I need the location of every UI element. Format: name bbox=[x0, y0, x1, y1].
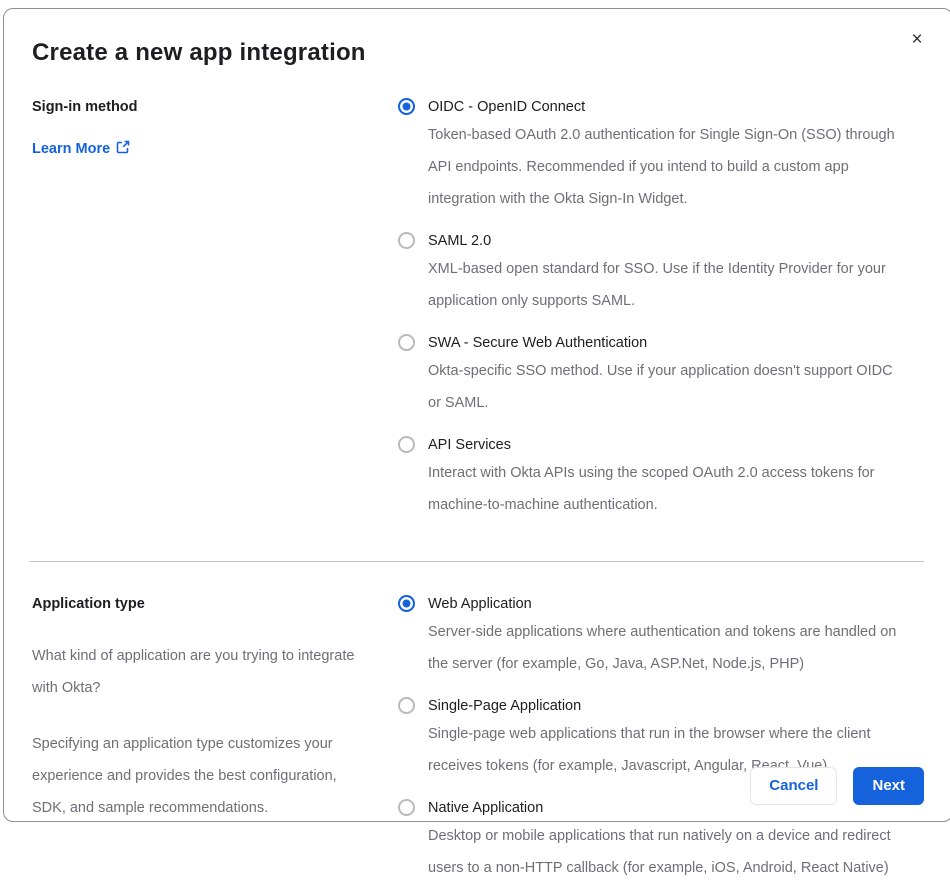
modal-footer: Cancel Next bbox=[750, 767, 924, 805]
radio-option-label[interactable]: API Services bbox=[428, 433, 903, 457]
application-type-question: What kind of application are you trying … bbox=[32, 648, 355, 696]
radio-input-saml[interactable] bbox=[398, 232, 415, 249]
learn-more-label: Learn More bbox=[32, 141, 111, 157]
radio-option-label[interactable]: SWA - Secure Web Authentication bbox=[428, 331, 903, 355]
create-app-integration-modal: × Create a new app integration Sign-in m… bbox=[3, 8, 950, 876]
radio-option-oidc[interactable]: OIDC - OpenID Connect Token-based OAuth … bbox=[398, 95, 903, 215]
dialog-title: Create a new app integration bbox=[32, 39, 366, 66]
radio-option-description: Okta-specific SSO method. Use if your ap… bbox=[428, 363, 893, 411]
radio-option-label[interactable]: SAML 2.0 bbox=[428, 229, 903, 253]
application-type-section: Application type What kind of applicatio… bbox=[32, 592, 924, 884]
close-icon: × bbox=[911, 29, 923, 50]
radio-input-native-application[interactable] bbox=[398, 799, 415, 816]
radio-input-single-page-application[interactable] bbox=[398, 697, 415, 714]
radio-option-description: Interact with Okta APIs using the scoped… bbox=[428, 465, 875, 513]
radio-option-label[interactable]: Single-Page Application bbox=[428, 694, 903, 718]
radio-option-description: Server-side applications where authentic… bbox=[428, 624, 897, 672]
learn-more-link[interactable]: Learn More bbox=[32, 140, 130, 158]
radio-option-label[interactable]: OIDC - OpenID Connect bbox=[428, 95, 903, 119]
radio-option-web-application[interactable]: Web Application Server-side applications… bbox=[398, 592, 903, 680]
radio-option-description: Token-based OAuth 2.0 authentication for… bbox=[428, 127, 895, 207]
cancel-button[interactable]: Cancel bbox=[750, 767, 838, 805]
radio-option-swa[interactable]: SWA - Secure Web Authentication Okta-spe… bbox=[398, 331, 903, 419]
radio-option-native-application[interactable]: Native Application Desktop or mobile app… bbox=[398, 796, 903, 884]
radio-option-description: XML-based open standard for SSO. Use if … bbox=[428, 261, 886, 309]
application-type-radio-group: Web Application Server-side applications… bbox=[398, 592, 903, 884]
application-type-left-column: Application type What kind of applicatio… bbox=[32, 592, 370, 884]
radio-option-label[interactable]: Web Application bbox=[428, 592, 903, 616]
radio-input-swa[interactable] bbox=[398, 334, 415, 351]
next-button[interactable]: Next bbox=[853, 767, 924, 805]
close-button[interactable]: × bbox=[906, 29, 928, 51]
radio-option-saml[interactable]: SAML 2.0 XML-based open standard for SSO… bbox=[398, 229, 903, 317]
sign-in-method-section: Sign-in method Learn More OIDC - OpenID … bbox=[32, 95, 924, 521]
application-type-label: Application type bbox=[32, 596, 145, 612]
radio-option-api-services[interactable]: API Services Interact with Okta APIs usi… bbox=[398, 433, 903, 521]
sign-in-method-label: Sign-in method bbox=[32, 99, 138, 115]
radio-input-api-services[interactable] bbox=[398, 436, 415, 453]
section-divider bbox=[29, 561, 924, 562]
sign-in-method-radio-group: OIDC - OpenID Connect Token-based OAuth … bbox=[398, 95, 903, 521]
radio-input-oidc[interactable] bbox=[398, 98, 415, 115]
application-type-help-text: Specifying an application type customize… bbox=[32, 736, 337, 816]
radio-input-web-application[interactable] bbox=[398, 595, 415, 612]
external-link-icon bbox=[116, 140, 130, 158]
sign-in-method-left-column: Sign-in method Learn More bbox=[32, 95, 370, 521]
